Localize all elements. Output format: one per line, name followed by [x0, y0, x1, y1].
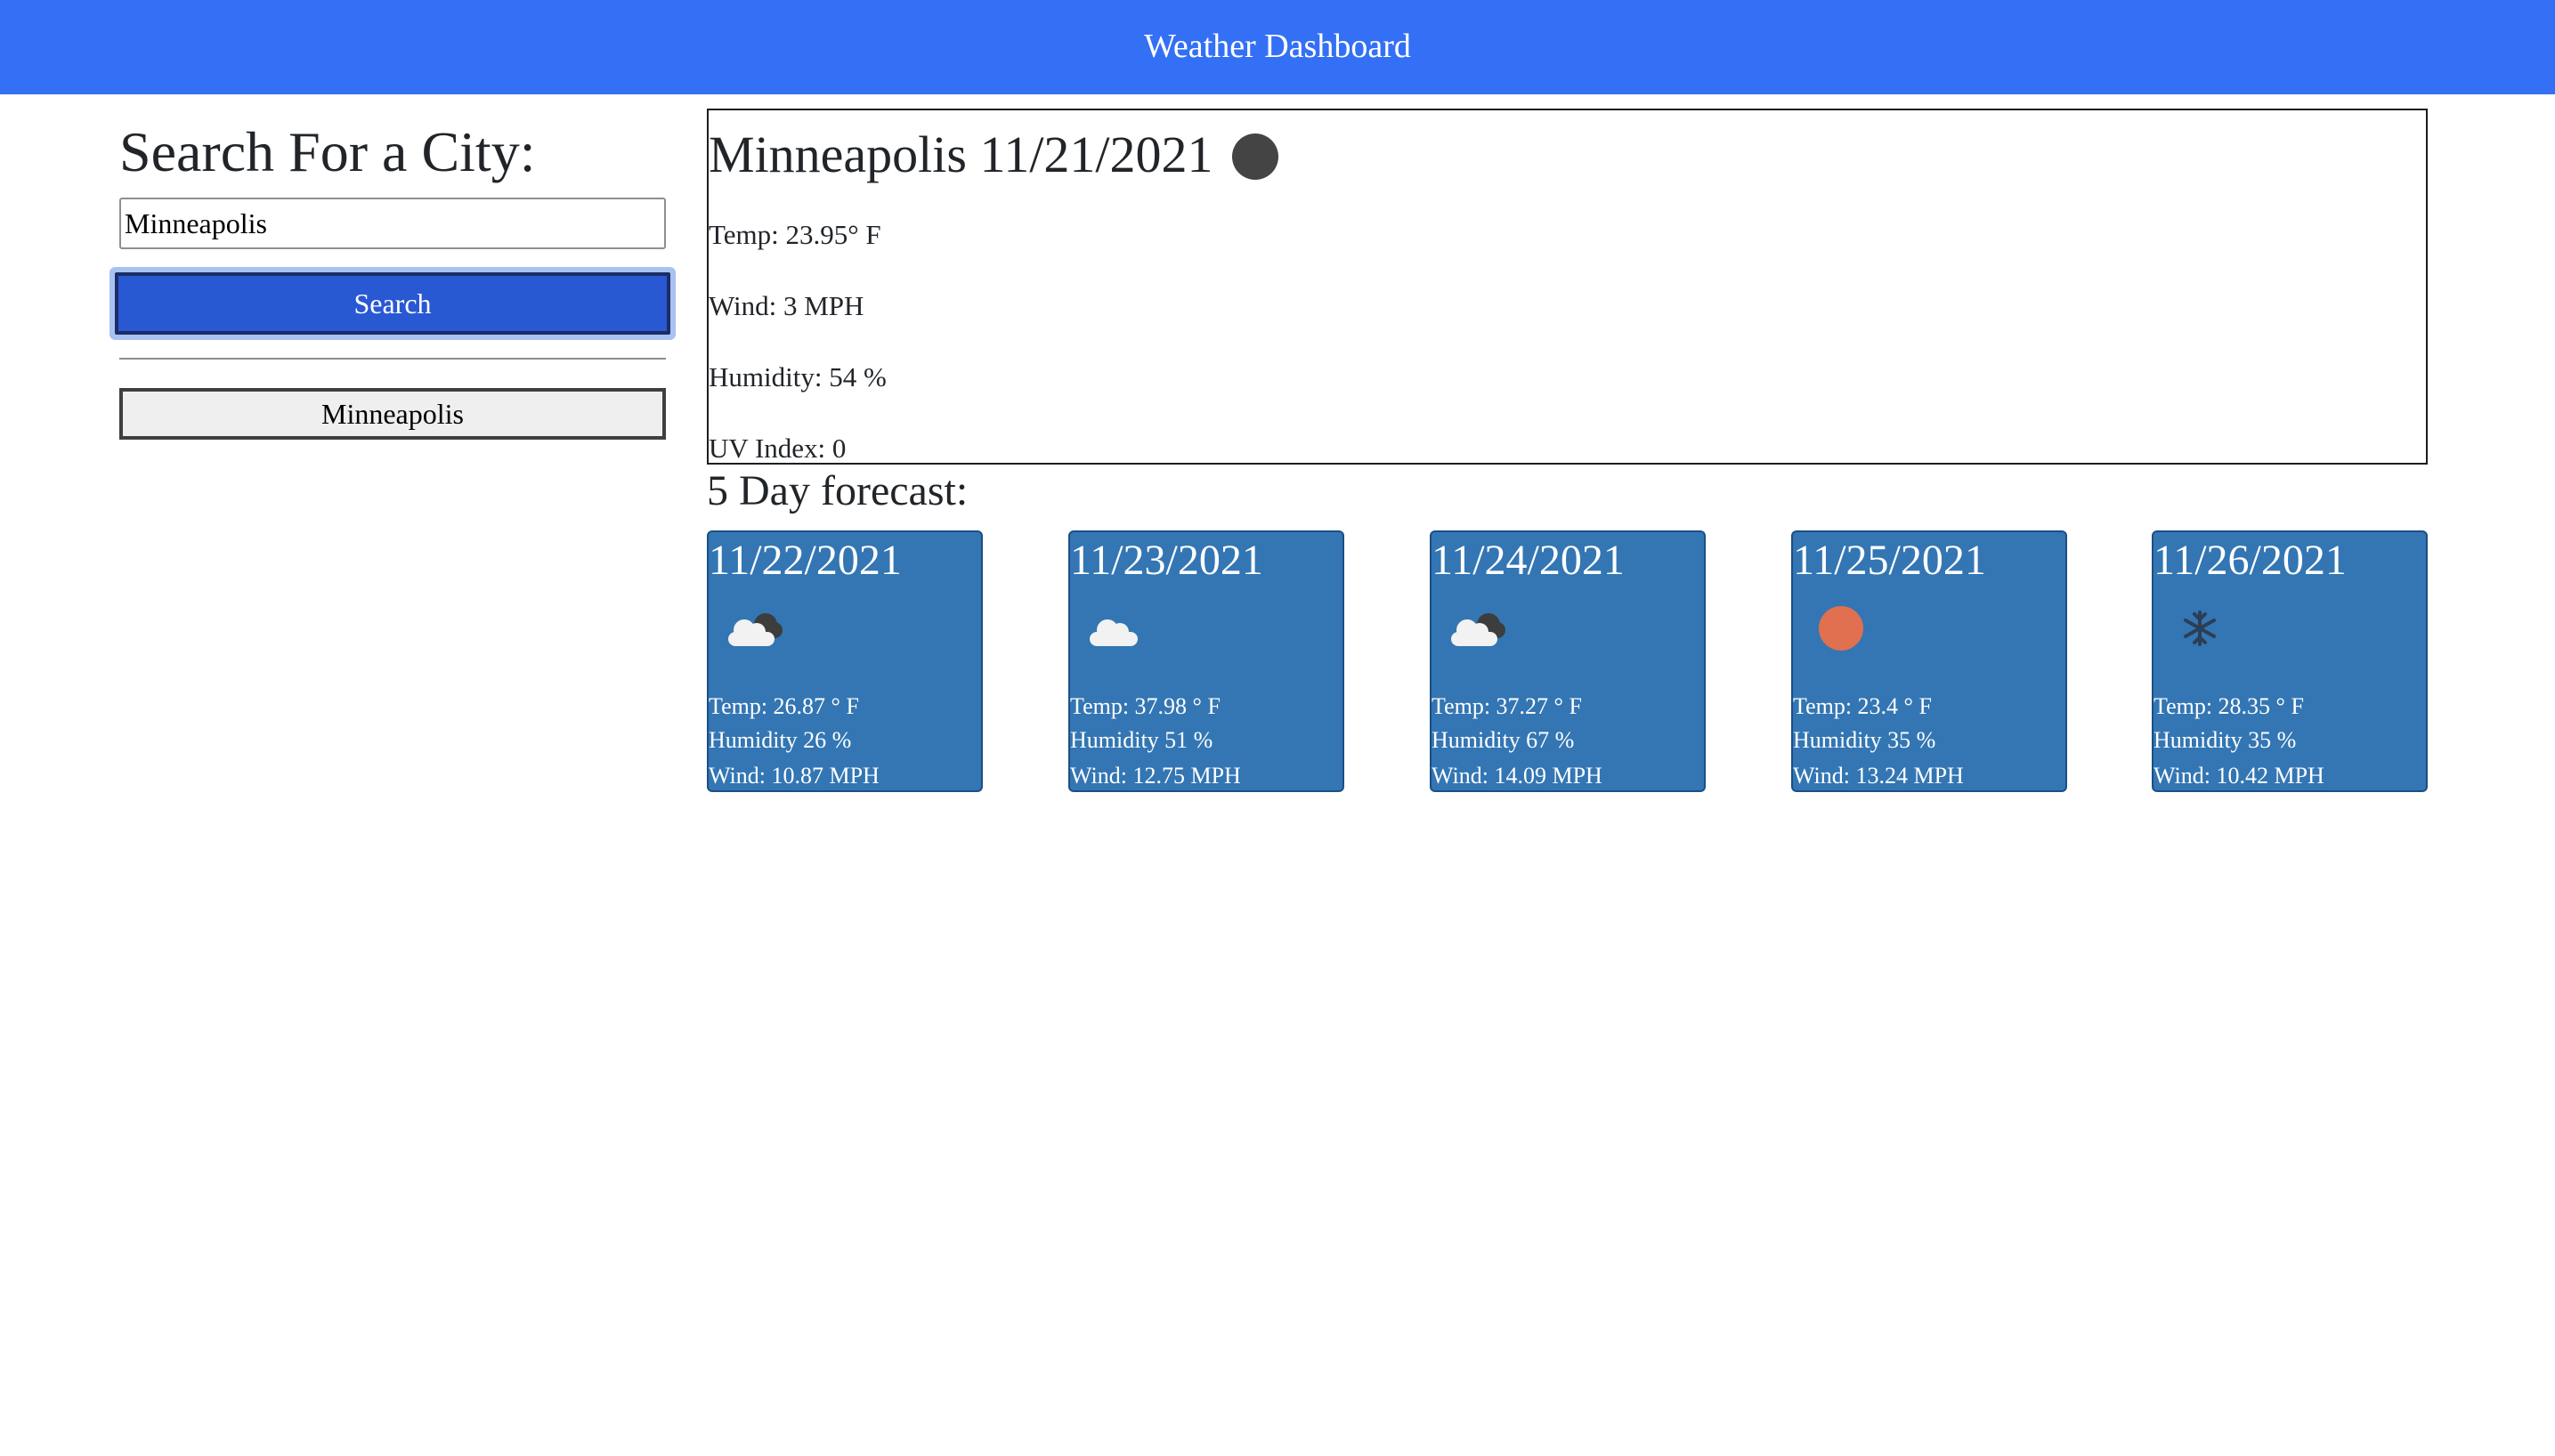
- search-panel: Search For a City: Search Minneapolis: [115, 109, 670, 440]
- current-uv-index: UV Index: 0: [709, 433, 847, 464]
- forecast-card: 11/23/2021 Temp: 37.98 ° F Humidity 51 %…: [1068, 530, 1344, 792]
- forecast-wind: Wind: 14.09 MPH: [1432, 763, 1602, 789]
- moon-night-icon: [1232, 133, 1278, 180]
- forecast-humidity: Humidity 35 %: [1793, 727, 1936, 753]
- forecast-card: 11/24/2021 Temp: 37.27 ° F Humidity 67 %…: [1430, 530, 1706, 792]
- forecast-temp: Temp: 37.27 ° F: [1432, 693, 1582, 719]
- forecast-title: 5 Day forecast:: [707, 467, 969, 514]
- forecast-wind: Wind: 10.87 MPH: [709, 763, 880, 789]
- cloud-icon: [1083, 602, 1154, 655]
- forecast-humidity: Humidity 67 %: [1432, 727, 1575, 753]
- app-header: Weather Dashboard: [0, 0, 2555, 94]
- forecast-temp: Temp: 26.87 ° F: [709, 693, 859, 719]
- current-weather-panel: Minneapolis 11/21/2021 Temp: 23.95° F Wi…: [707, 109, 2428, 465]
- sun-icon: [1805, 602, 1877, 655]
- current-city-date: Minneapolis 11/21/2021: [709, 125, 1213, 183]
- history-city-button[interactable]: Minneapolis: [119, 388, 666, 440]
- forecast-humidity: Humidity 35 %: [2154, 727, 2297, 753]
- forecast-wind: Wind: 12.75 MPH: [1070, 763, 1241, 789]
- forecast-temp: Temp: 28.35 ° F: [2154, 693, 2304, 719]
- forecast-date: 11/23/2021: [1070, 537, 1263, 584]
- search-button[interactable]: Search: [115, 272, 670, 335]
- forecast-card: 11/25/2021 Temp: 23.4 ° F Humidity 35 % …: [1791, 530, 2067, 792]
- forecast-humidity: Humidity 51 %: [1070, 727, 1213, 753]
- divider: [119, 358, 666, 360]
- forecast-date: 11/24/2021: [1432, 537, 1625, 584]
- forecast-date: 11/26/2021: [2154, 537, 2347, 584]
- forecast-date: 11/25/2021: [1793, 537, 1986, 584]
- forecast-humidity: Humidity 26 %: [709, 727, 852, 753]
- forecast-temp: Temp: 37.98 ° F: [1070, 693, 1221, 719]
- city-search-input[interactable]: [119, 198, 666, 249]
- forecast-wind: Wind: 10.42 MPH: [2154, 763, 2324, 789]
- app-title: Weather Dashboard: [1144, 28, 1411, 65]
- current-humidity: Humidity: 54 %: [709, 361, 887, 392]
- forecast-card: 11/26/2021 Temp: 28.35 ° F Humidity 35 %…: [2152, 530, 2428, 792]
- partly-cloudy-dark-icon: [1444, 602, 1515, 655]
- forecast-temp: Temp: 23.4 ° F: [1793, 693, 1932, 719]
- forecast-wind: Wind: 13.24 MPH: [1793, 763, 1964, 789]
- search-heading: Search For a City:: [119, 120, 536, 183]
- current-wind: Wind: 3 MPH: [709, 290, 864, 321]
- current-temp: Temp: 23.95° F: [709, 219, 881, 250]
- partly-cloudy-dark-icon: [721, 602, 792, 655]
- snowflake-icon: [2166, 602, 2237, 655]
- forecast-card: 11/22/2021 Temp: 26.87 ° F Humidity 26 %…: [707, 530, 983, 792]
- forecast-date: 11/22/2021: [709, 537, 902, 584]
